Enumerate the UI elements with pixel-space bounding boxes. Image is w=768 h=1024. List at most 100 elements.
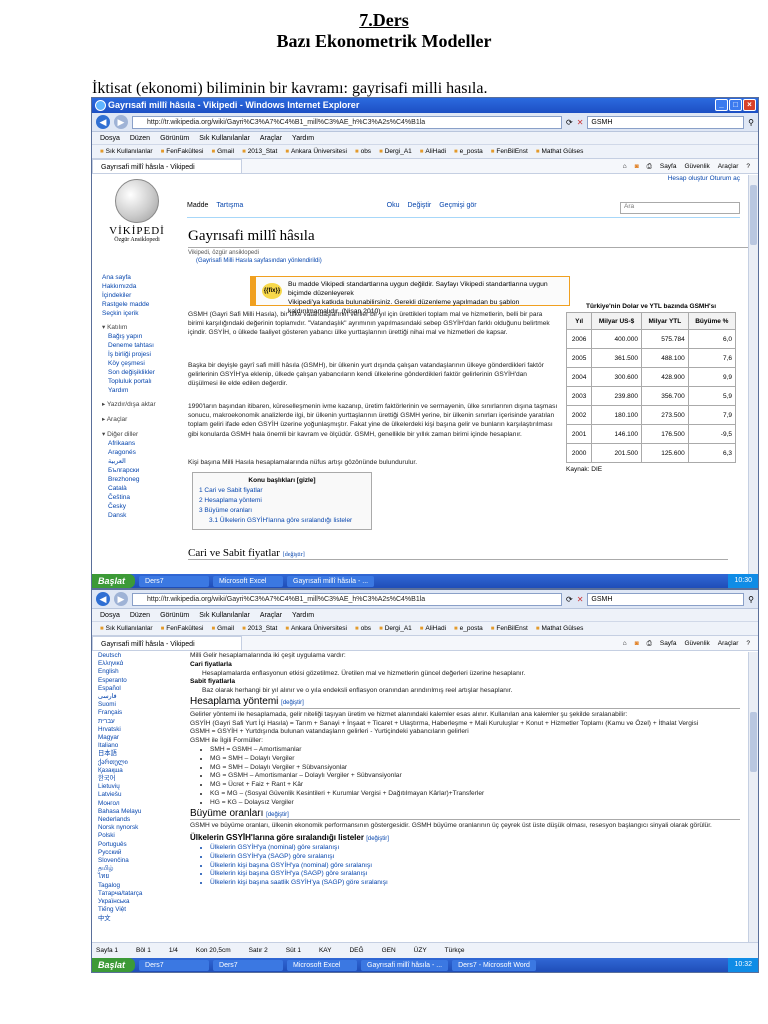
favorite-link[interactable]: Sık Kullanılanlar xyxy=(100,622,153,635)
forward-button[interactable]: ▶ xyxy=(114,115,128,129)
tab-talk[interactable]: Tartışma xyxy=(216,202,243,217)
list-link[interactable]: Ülkelerin kişi başına GSYİH'ya (SAGP) gö… xyxy=(210,870,740,879)
tools-menu[interactable]: Araçlar xyxy=(718,159,739,173)
sidebar-item[interactable]: Son değişiklikler xyxy=(102,368,156,377)
print-icon[interactable]: ⎙ xyxy=(647,636,652,650)
menu-item[interactable]: Görünüm xyxy=(160,132,189,144)
language-link[interactable]: Български xyxy=(102,466,156,475)
language-link[interactable]: தமிழ் xyxy=(98,865,178,873)
list-link[interactable]: Ülkelerin kişi başına GSYİH'ya (nominal)… xyxy=(210,862,740,871)
sidebar-heading-katilim[interactable]: ▾ Katılım xyxy=(102,323,156,332)
language-link[interactable]: Slovenčina xyxy=(98,857,178,865)
edit-link[interactable]: [değiştir] xyxy=(283,552,305,558)
page-menu[interactable]: Sayfa xyxy=(660,636,677,650)
favorite-link[interactable]: Ankara Üniversitesi xyxy=(285,145,347,158)
taskbar-item[interactable]: Ders7 - Microsoft Word xyxy=(452,959,536,971)
sidebar-heading-tools[interactable]: ▸ Araçlar xyxy=(102,415,156,424)
language-link[interactable]: 日本語 xyxy=(98,750,178,758)
language-link[interactable]: Ελληνικά xyxy=(98,660,178,668)
menu-item[interactable]: Dosya xyxy=(100,609,120,621)
language-link[interactable]: Norsk nynorsk xyxy=(98,824,178,832)
security-menu[interactable]: Güvenlik xyxy=(684,636,709,650)
favorite-link[interactable]: obs xyxy=(355,622,371,635)
language-link[interactable]: Polski xyxy=(98,832,178,840)
menu-item[interactable]: Araçlar xyxy=(260,132,282,144)
language-link[interactable]: Afrikaans xyxy=(102,439,156,448)
menu-item[interactable]: Düzen xyxy=(130,609,150,621)
url-input[interactable]: http://tr.wikipedia.org/wiki/Gayri%C3%A7… xyxy=(132,592,562,606)
taskbar-item[interactable]: Ders7 xyxy=(213,959,284,971)
refresh-icon[interactable]: ⟳ xyxy=(566,595,573,604)
language-link[interactable]: 中文 xyxy=(98,915,178,923)
taskbar-item[interactable]: Gayrısafi millî hâsıla - ... xyxy=(287,575,375,587)
sidebar-item[interactable]: Ana sayfa xyxy=(102,273,156,282)
favorite-link[interactable]: e_posta xyxy=(454,622,483,635)
language-link[interactable]: Esperanto xyxy=(98,677,178,685)
language-link[interactable]: 한국어 xyxy=(98,775,178,783)
back-button[interactable]: ◀ xyxy=(96,115,110,129)
language-link[interactable]: Português xyxy=(98,841,178,849)
language-link[interactable]: فارسی xyxy=(98,693,178,701)
language-link[interactable]: Español xyxy=(98,685,178,693)
favorite-link[interactable]: Dergi_A1 xyxy=(379,145,412,158)
language-link[interactable]: Русский xyxy=(98,849,178,857)
tab-article[interactable]: Madde xyxy=(187,202,208,217)
language-link[interactable]: Dansk xyxy=(102,511,156,520)
account-links[interactable]: Hesap oluştur Oturum aç xyxy=(668,175,740,182)
language-link[interactable]: ქართული xyxy=(98,759,178,767)
language-link[interactable]: Татарча/tatarça xyxy=(98,890,178,898)
language-link[interactable]: Қазақша xyxy=(98,767,178,775)
menu-item[interactable]: Sık Kullanılanlar xyxy=(199,609,250,621)
language-link[interactable]: Magyar xyxy=(98,734,178,742)
favorite-link[interactable]: obs xyxy=(355,145,371,158)
language-link[interactable]: Lietuvių xyxy=(98,783,178,791)
taskbar-item[interactable]: Gayrısafi millî hâsıla - ... xyxy=(361,959,449,971)
sidebar-item[interactable]: İş birliği projesi xyxy=(102,350,156,359)
favorite-link[interactable]: Gmail xyxy=(211,145,234,158)
back-button[interactable]: ◀ xyxy=(96,592,110,606)
language-link[interactable]: Монгол xyxy=(98,800,178,808)
browser-tab[interactable]: Gayrısafi millî hâsıla - Vikipedi xyxy=(92,159,242,173)
menu-item[interactable]: Dosya xyxy=(100,132,120,144)
list-link[interactable]: Ülkelerin GSYİH'ya (nominal) göre sırala… xyxy=(210,844,740,853)
language-link[interactable]: עברית xyxy=(98,718,178,726)
vertical-scrollbar[interactable] xyxy=(748,175,758,574)
language-link[interactable]: Hrvatski xyxy=(98,726,178,734)
menu-item[interactable]: Araçlar xyxy=(260,609,282,621)
favorite-link[interactable]: Sık Kullanılanlar xyxy=(100,145,153,158)
start-button[interactable]: Başlat xyxy=(92,958,136,972)
language-link[interactable]: Suomi xyxy=(98,701,178,709)
language-link[interactable]: English xyxy=(98,668,178,676)
favorite-link[interactable]: 2013_Stat xyxy=(242,145,278,158)
search-input[interactable]: GSMH xyxy=(587,592,745,606)
start-button[interactable]: Başlat xyxy=(92,574,136,588)
sidebar-item[interactable]: Hakkımızda xyxy=(102,282,156,291)
print-icon[interactable]: ⎙ xyxy=(647,159,652,173)
sidebar-heading-languages[interactable]: ▾ Diğer diller xyxy=(102,430,156,439)
language-link[interactable]: Nederlands xyxy=(98,816,178,824)
search-icon[interactable]: ⚲ xyxy=(748,118,754,127)
language-link[interactable]: Français xyxy=(98,709,178,717)
tools-menu[interactable]: Araçlar xyxy=(718,636,739,650)
favorite-link[interactable]: Gmail xyxy=(211,622,234,635)
language-link[interactable]: Brezhoneg xyxy=(102,475,156,484)
favorite-link[interactable]: AliHadi xyxy=(420,622,446,635)
list-link[interactable]: Ülkelerin GSYİH'ya (SAGP) göre sıralanış… xyxy=(210,853,740,862)
table-source[interactable]: Kaynak: DIE xyxy=(566,466,736,473)
tab-history[interactable]: Geçmişi gör xyxy=(439,202,476,217)
sidebar-heading-print[interactable]: ▸ Yazdır/dışa aktar xyxy=(102,400,156,409)
toc-item[interactable]: 1 Cari ve Sabit fiyatlar xyxy=(199,486,365,496)
sidebar-item[interactable]: Köy çeşmesi xyxy=(102,359,156,368)
tab-read[interactable]: Oku xyxy=(387,202,400,217)
language-link[interactable]: Aragonés xyxy=(102,448,156,457)
language-link[interactable]: Latviešu xyxy=(98,791,178,799)
favorite-link[interactable]: AliHadi xyxy=(420,145,446,158)
stop-icon[interactable]: ✕ xyxy=(577,595,584,604)
search-icon[interactable]: ⚲ xyxy=(748,595,754,604)
taskbar-item[interactable]: Ders7 xyxy=(139,959,210,971)
favorite-link[interactable]: Mathat Gülses xyxy=(536,145,583,158)
stop-icon[interactable]: ✕ xyxy=(577,118,584,127)
toc-title[interactable]: Konu başlıkları [gizle] xyxy=(199,476,365,486)
favorite-link[interactable]: e_posta xyxy=(454,145,483,158)
tab-edit[interactable]: Değiştir xyxy=(408,202,432,217)
